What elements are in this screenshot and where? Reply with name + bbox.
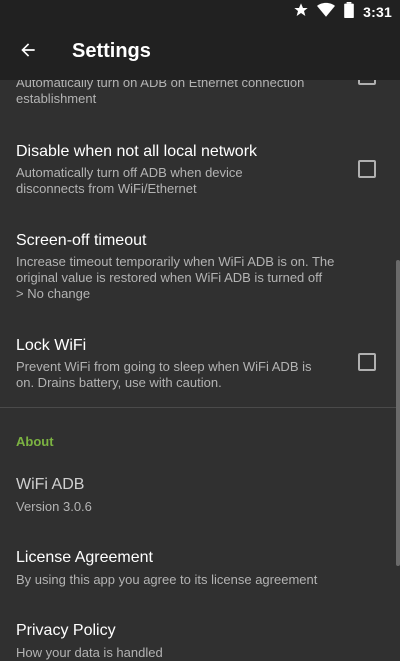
section-divider [0, 407, 400, 408]
pref-summary: By using this app you agree to its licen… [16, 572, 318, 587]
app-toolbar: Settings [0, 24, 400, 80]
checkbox-lock-wifi[interactable] [358, 353, 376, 371]
battery-icon [343, 1, 355, 23]
pref-screen-off-timeout[interactable]: Screen-off timeout Increase timeout temp… [0, 222, 400, 310]
arrow-back-icon [18, 40, 38, 65]
pref-app-info[interactable]: WiFi ADB Version 3.0.6 [0, 468, 400, 524]
star-icon [293, 2, 309, 23]
settings-screen: 3:31 Settings Automatically turn on ADB … [0, 0, 400, 661]
pref-license[interactable]: License Agreement By using this app you … [0, 541, 400, 597]
pref-title: License Agreement [16, 549, 153, 566]
pref-summary: How your data is handled [16, 645, 163, 660]
preferences-list: Automatically turn on ADB on Ethernet co… [0, 80, 400, 661]
pref-disable-not-local[interactable]: Disable when not all local network Autom… [0, 133, 400, 205]
pref-privacy[interactable]: Privacy Policy How your data is handled [0, 614, 400, 661]
app-version: Version 3.0.6 [16, 499, 92, 514]
pref-summary: Increase timeout temporarily when WiFi A… [16, 254, 335, 301]
checkbox-adb-ethernet[interactable] [358, 80, 376, 85]
pref-summary: Prevent WiFi from going to sleep when Wi… [16, 359, 312, 390]
pref-summary: Automatically turn on ADB on Ethernet co… [16, 80, 305, 106]
category-about: About [16, 434, 54, 449]
pref-summary: Automatically turn off ADB when device d… [16, 165, 243, 196]
pref-lock-wifi[interactable]: Lock WiFi Prevent WiFi from going to sle… [0, 327, 400, 399]
pref-adb-ethernet[interactable]: Automatically turn on ADB on Ethernet co… [0, 80, 400, 109]
checkbox-disable-not-local[interactable] [358, 160, 376, 178]
pref-title: Disable when not all local network [16, 143, 258, 160]
status-icons: 3:31 [293, 1, 392, 23]
app-name: WiFi ADB [16, 476, 85, 493]
wifi-icon [317, 2, 336, 23]
page-title: Settings [72, 40, 151, 62]
pref-title: Lock WiFi [16, 337, 87, 354]
status-time: 3:31 [363, 4, 392, 20]
back-button[interactable] [8, 28, 48, 76]
pref-title: Screen-off timeout [16, 232, 147, 249]
pref-title: Privacy Policy [16, 622, 116, 639]
scrollbar[interactable] [396, 260, 400, 566]
status-bar: 3:31 [0, 0, 400, 24]
